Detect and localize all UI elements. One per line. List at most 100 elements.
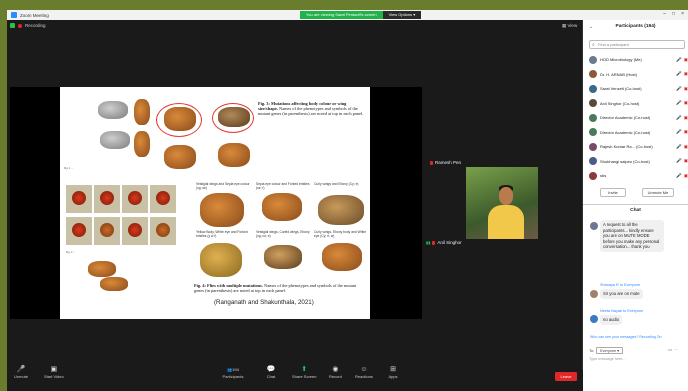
- view-button[interactable]: ▦ View: [562, 23, 577, 29]
- start-video-button[interactable]: ▣ Start Video: [44, 366, 64, 379]
- muted-mic-icon[interactable]: 🎤: [676, 173, 682, 179]
- participant-name: Dr. H. ARNAB (Host): [600, 71, 637, 77]
- fly-image-multi: [322, 243, 362, 271]
- who-can-see-link[interactable]: Who can see your messages? Recording On: [590, 335, 662, 339]
- fly-image-multi: [200, 193, 244, 227]
- reactions-icon: ☺: [360, 366, 368, 373]
- participant-row[interactable]: Director Academic (Co-host) 🎤 ▣: [589, 112, 688, 123]
- participant-name: sbs: [600, 173, 607, 178]
- minimize-icon[interactable]: –: [663, 11, 666, 17]
- avatar: [589, 157, 597, 165]
- muted-mic-icon[interactable]: 🎤: [676, 129, 682, 135]
- muted-mic-icon: [432, 240, 436, 245]
- muted-mic-icon[interactable]: 🎤: [676, 71, 682, 77]
- fly-image-wildtype-2: [100, 131, 130, 149]
- video-camera-icon: ▣: [50, 366, 58, 373]
- muted-mic-icon[interactable]: 🎤: [676, 57, 682, 63]
- more-icon[interactable]: ⋯: [674, 347, 679, 352]
- fly-image-mutant: [164, 145, 196, 169]
- video-off-icon[interactable]: ▣: [684, 158, 688, 164]
- participant-row[interactable]: Rajesh Kumar Ra... (Co-host) 🎤 ▣: [589, 141, 688, 152]
- apps-icon: ⊞: [390, 366, 396, 373]
- participants-count: 194: [232, 367, 239, 372]
- participant-row[interactable]: Director Academic (Co-host) 🎤 ▣: [589, 127, 688, 138]
- maximize-icon[interactable]: □: [672, 11, 675, 17]
- recording-indicator: Recording: [10, 23, 46, 28]
- participant-row[interactable]: Shubhangi saipeo (Co-host) 🎤 ▣: [589, 156, 688, 167]
- panel-label: Sepia eye colour and Forked bristles (se…: [256, 182, 310, 190]
- fig1-caption: Fig. 1 ...: [64, 167, 74, 170]
- search-icon: ⌕: [592, 42, 595, 48]
- fig3-caption: Fig. 3: Mutations affecting body colour …: [258, 101, 364, 117]
- video-tile[interactable]: [466, 167, 538, 239]
- apps-button[interactable]: ⊞ Apps: [388, 366, 398, 379]
- fly-image-standing: [134, 99, 150, 125]
- fly-eye-image: [72, 191, 86, 205]
- participants-label: Participants: [222, 374, 244, 379]
- fly-image-multi: [200, 243, 242, 277]
- reactions-label: Reactions: [355, 374, 373, 379]
- window-title: Zoom Meeting: [20, 12, 49, 18]
- participant-row[interactable]: Anil Singhor (Co-host) 🎤 ▣: [589, 98, 688, 109]
- recording-dot-icon: [18, 23, 22, 28]
- avatar: [590, 315, 598, 323]
- security-shield-icon[interactable]: [10, 23, 15, 28]
- chat-message: no audio: [600, 315, 623, 325]
- participant-row[interactable]: Sarat Venzelt (Co-host) 🎤 ▣: [589, 83, 688, 94]
- unmute-button[interactable]: 🎤 Unmute: [14, 366, 28, 379]
- video-off-icon[interactable]: ▣: [684, 115, 688, 121]
- record-label: Record: [329, 374, 342, 379]
- participants-icon: 👥 194: [227, 367, 239, 372]
- participant-row[interactable]: Dr. H. ARNAB (Host) 🎤 ▣: [589, 69, 688, 80]
- participant-search-input[interactable]: ⌕ Find a participant: [589, 40, 685, 49]
- tile2-name: Anil Singhor: [437, 240, 462, 245]
- reactions-button[interactable]: ☺ Reactions: [355, 366, 373, 379]
- leave-button[interactable]: Leave: [555, 372, 577, 381]
- citation: (Ranganath and Shakunthala, 2021): [214, 299, 314, 306]
- unmute-me-button[interactable]: Unmute Me: [642, 188, 674, 197]
- muted-mic-icon[interactable]: 🎤: [676, 144, 682, 150]
- video-off-icon[interactable]: ▣: [684, 100, 688, 106]
- fly-image-standing-2: [134, 131, 150, 157]
- file-icon[interactable]: ▭: [668, 347, 672, 352]
- chat-button[interactable]: 💬 Chat: [266, 366, 276, 379]
- chat-label: Chat: [266, 374, 276, 379]
- share-banner: You are viewing Sarat Pentaoff's screen …: [300, 11, 422, 19]
- start-video-label: Start Video: [44, 374, 64, 379]
- fly-eye-image: [72, 223, 86, 237]
- video-off-icon[interactable]: ▣: [684, 86, 688, 92]
- fig2-caption: Fig. 2 ...: [66, 251, 76, 254]
- chat-input[interactable]: Type message here...: [589, 357, 626, 361]
- avatar: [589, 55, 597, 64]
- fly-eye-image: [100, 223, 114, 237]
- fly-eye-image: [156, 223, 170, 237]
- fly-image-circled: [164, 107, 196, 131]
- participant-row[interactable]: sbs 🎤 ▣: [589, 170, 688, 181]
- invite-button[interactable]: Invite: [600, 188, 626, 197]
- video-off-icon[interactable]: ▣: [684, 144, 688, 150]
- person-body: [488, 205, 524, 239]
- chat-sender: Shanaya R to Everyone: [600, 283, 641, 287]
- video-off-icon[interactable]: ▣: [684, 71, 688, 77]
- share-screen-button[interactable]: ⬆ Share Screen: [292, 366, 316, 379]
- avatar: [589, 171, 597, 180]
- record-button[interactable]: ◉ Record: [329, 366, 342, 379]
- muted-mic-icon[interactable]: 🎤: [676, 86, 682, 92]
- share-screen-label: Share Screen: [292, 374, 317, 379]
- video-off-icon[interactable]: ▣: [684, 57, 688, 63]
- chat-recipient: To: Everyone ▾: [589, 347, 624, 354]
- muted-mic-icon[interactable]: 🎤: [676, 158, 682, 164]
- video-off-icon[interactable]: ▣: [684, 173, 688, 179]
- video-off-icon[interactable]: ▣: [684, 129, 688, 135]
- participant-row[interactable]: HOD Microbiology (Me) 🎤 ▣: [589, 54, 688, 65]
- participants-title: Participants (194): [615, 24, 656, 29]
- chat-message: A request to all the participants... kin…: [600, 220, 664, 252]
- muted-mic-icon[interactable]: 🎤: [676, 100, 682, 106]
- fig4-caption: Fig. 4: Flies with multiple mutations. N…: [194, 283, 366, 293]
- recipient-select[interactable]: Everyone ▾: [596, 347, 624, 354]
- muted-mic-icon[interactable]: 🎤: [676, 115, 682, 121]
- participants-button[interactable]: 👥 194 Participants: [222, 366, 244, 379]
- chat-sender: Neeta Nayak to Everyone: [600, 309, 644, 313]
- close-icon[interactable]: ×: [681, 11, 684, 17]
- view-options-button[interactable]: View Options ▾: [382, 11, 422, 19]
